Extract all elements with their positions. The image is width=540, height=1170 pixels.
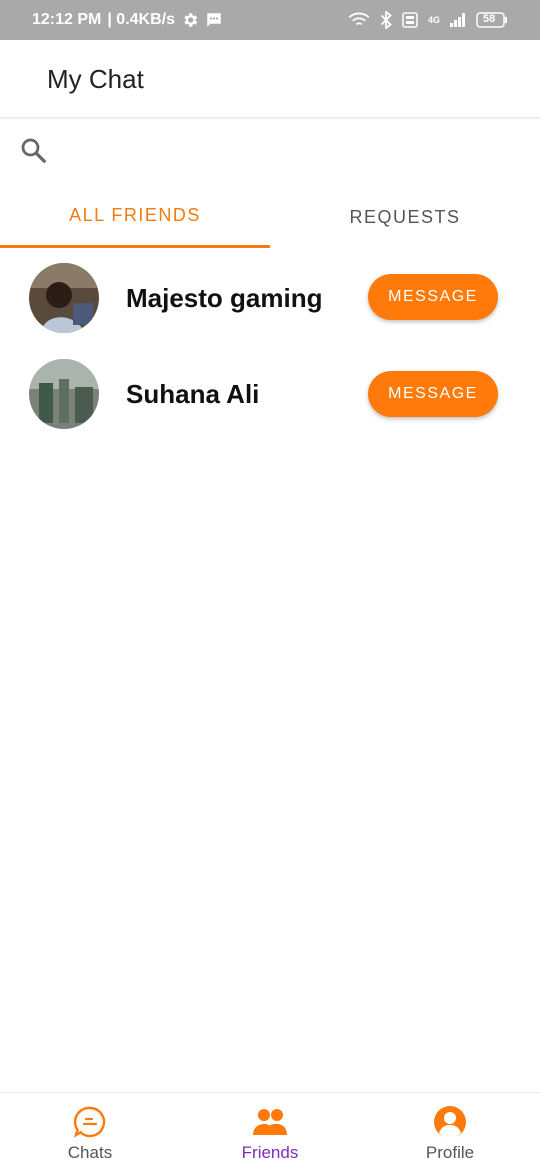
tab-bar: ALL FRIENDS REQUESTS bbox=[0, 186, 540, 248]
volte-icon bbox=[402, 12, 418, 28]
list-item[interactable]: Suhana Ali MESSAGE bbox=[0, 346, 540, 442]
network-type: 4G bbox=[427, 15, 440, 25]
avatar[interactable] bbox=[29, 263, 99, 333]
nav-chats[interactable]: Chats bbox=[0, 1093, 180, 1170]
list-item[interactable]: Majesto gaming MESSAGE bbox=[0, 250, 540, 346]
status-right: 4G 58 bbox=[348, 11, 508, 29]
battery-level: 58 bbox=[483, 13, 496, 25]
tab-requests[interactable]: REQUESTS bbox=[270, 186, 540, 248]
avatar[interactable] bbox=[29, 359, 99, 429]
friend-name: Majesto gaming bbox=[126, 283, 323, 313]
nav-friends[interactable]: Friends bbox=[180, 1093, 360, 1170]
tab-all-friends[interactable]: ALL FRIENDS bbox=[0, 186, 270, 248]
message-button[interactable]: MESSAGE bbox=[368, 274, 498, 320]
app-title: My Chat bbox=[47, 64, 144, 94]
bottom-navigation: Chats Friends Profile bbox=[0, 1092, 540, 1170]
battery-icon: 58 bbox=[476, 12, 508, 28]
app-bar: My Chat bbox=[0, 40, 540, 118]
bluetooth-icon bbox=[380, 11, 392, 29]
nav-label: Friends bbox=[241, 1143, 299, 1162]
search-bar[interactable] bbox=[0, 119, 540, 183]
status-time: 12:12 PM bbox=[32, 11, 102, 28]
friends-icon bbox=[252, 1105, 288, 1139]
nav-label: Profile bbox=[425, 1143, 475, 1162]
profile-icon bbox=[433, 1105, 467, 1139]
nav-label: Chats bbox=[67, 1143, 113, 1162]
nav-profile[interactable]: Profile bbox=[360, 1093, 540, 1170]
status-bar: 12:12 PM | 0.4KB/s 4G 58 bbox=[0, 0, 540, 40]
settings-gear-icon bbox=[181, 11, 199, 29]
search-input[interactable] bbox=[58, 133, 518, 169]
search-icon[interactable] bbox=[18, 135, 48, 170]
friend-name: Suhana Ali bbox=[126, 379, 260, 409]
message-button[interactable]: MESSAGE bbox=[368, 371, 498, 417]
status-speed: | 0.4KB/s bbox=[107, 11, 175, 28]
status-left: 12:12 PM | 0.4KB/s bbox=[32, 11, 223, 29]
signal-icon bbox=[450, 13, 466, 27]
wifi-icon bbox=[348, 12, 370, 28]
message-notification-icon bbox=[205, 11, 223, 29]
chat-bubble-icon bbox=[73, 1105, 107, 1139]
